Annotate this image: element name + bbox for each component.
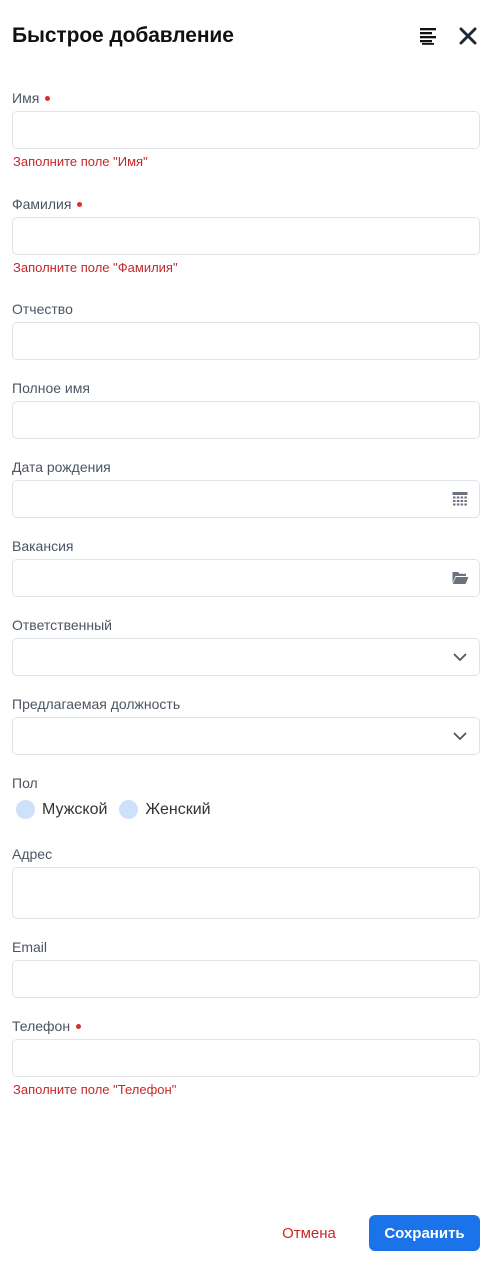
dialog-title: Быстрое добавление <box>12 24 234 47</box>
full-name-label: Полное имя <box>12 380 90 396</box>
folder-icon[interactable] <box>451 569 469 587</box>
last-name-field: Фамилия Заполните поле "Фамилия" <box>12 195 480 275</box>
birth-date-label: Дата рождения <box>12 459 111 475</box>
gender-radio-male[interactable]: Мужской <box>16 800 119 819</box>
phone-input[interactable] <box>12 1039 480 1077</box>
document-lines-icon[interactable] <box>416 24 440 48</box>
first-name-input[interactable] <box>12 111 480 149</box>
phone-label: Телефон <box>12 1017 480 1035</box>
last-name-label: Фамилия <box>12 195 480 213</box>
gender-radio-female[interactable]: Женский <box>119 800 222 819</box>
first-name-label: Имя <box>12 89 480 107</box>
save-button[interactable]: Сохранить <box>369 1215 480 1251</box>
address-label: Адрес <box>12 846 53 862</box>
required-dot-icon <box>76 1023 82 1029</box>
required-dot-icon <box>77 201 83 207</box>
dialog-header: Быстрое добавление <box>12 22 482 52</box>
vacancy-input[interactable] <box>12 559 480 597</box>
chevron-down-icon[interactable] <box>451 727 469 745</box>
vacancy-field: Вакансия <box>12 537 480 597</box>
chevron-down-icon[interactable] <box>451 648 469 666</box>
radio-circle[interactable] <box>16 800 35 819</box>
radio-circle[interactable] <box>119 800 139 819</box>
gender-label: Пол <box>12 775 38 791</box>
responsible-field: Ответственный <box>12 616 480 676</box>
phone-error: Заполните поле "Телефон" <box>13 1082 177 1097</box>
position-label: Предлагаемая должность <box>12 696 181 712</box>
last-name-error: Заполните поле "Фамилия" <box>13 260 178 275</box>
required-dot-icon <box>45 95 51 101</box>
first-name-error: Заполните поле "Имя" <box>13 154 148 169</box>
first-name-field: Имя Заполните поле "Имя" <box>12 89 480 169</box>
birth-date-field: Дата рождения <box>12 458 480 518</box>
gender-option-label: Женский <box>145 800 211 818</box>
patronymic-field: Отчество <box>12 300 480 360</box>
last-name-input[interactable] <box>12 217 480 255</box>
close-icon[interactable] <box>456 24 480 48</box>
cancel-button[interactable]: Отмена <box>268 1215 350 1251</box>
full-name-field: Полное имя <box>12 379 480 439</box>
birth-date-input[interactable] <box>12 480 480 518</box>
address-field: Адрес <box>12 845 480 919</box>
patronymic-label: Отчество <box>12 301 73 317</box>
calendar-icon[interactable] <box>451 490 469 508</box>
address-input[interactable] <box>12 867 480 919</box>
email-label: Email <box>12 939 48 955</box>
phone-field: Телефон Заполните поле "Телефон" <box>12 1017 480 1097</box>
responsible-label: Ответственный <box>12 617 112 633</box>
email-input[interactable] <box>12 960 480 998</box>
position-field: Предлагаемая должность <box>12 695 480 755</box>
patronymic-input[interactable] <box>12 322 480 360</box>
responsible-select[interactable] <box>12 638 480 676</box>
position-select[interactable] <box>12 717 480 755</box>
full-name-input[interactable] <box>12 401 480 439</box>
gender-option-label: Мужской <box>42 800 108 818</box>
gender-radio-group: Мужской Женский <box>16 800 223 819</box>
gender-field: Пол <box>12 774 480 792</box>
vacancy-label: Вакансия <box>12 538 74 554</box>
email-field: Email <box>12 938 480 998</box>
